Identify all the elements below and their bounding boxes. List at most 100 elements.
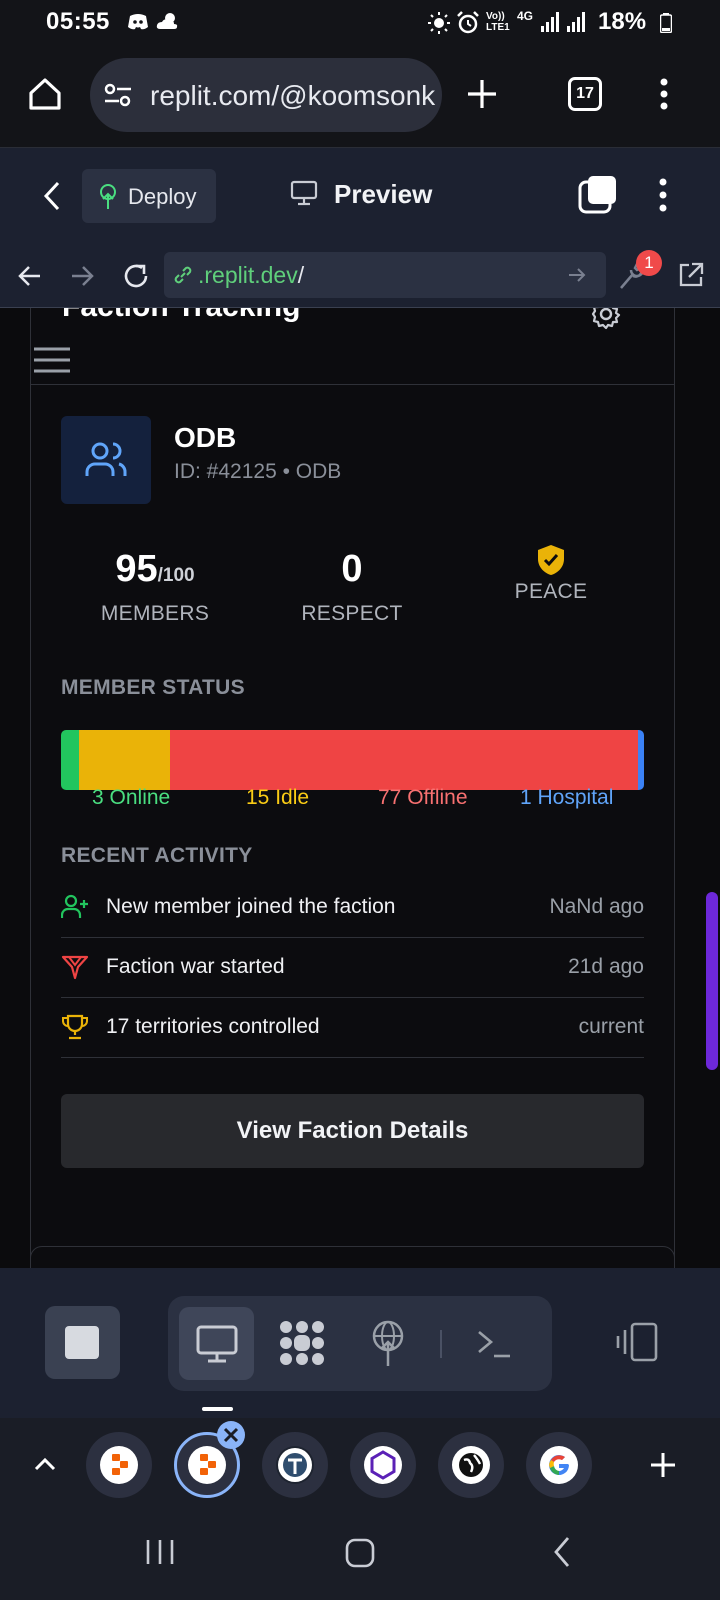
- home-icon[interactable]: [27, 76, 63, 112]
- card-title: Faction Tracking: [62, 308, 300, 324]
- deploy-icon: [96, 183, 120, 209]
- activity-text: New member joined the faction: [106, 895, 396, 918]
- link-icon: [172, 264, 194, 286]
- page-viewport: Faction Tracking ODB ID: #42125 • ODB 95…: [0, 308, 720, 1268]
- tab-site-3[interactable]: [262, 1432, 328, 1498]
- back-chevron-icon[interactable]: [42, 180, 62, 212]
- close-tab-icon[interactable]: [216, 1420, 246, 1450]
- device-toggle-icon[interactable]: [614, 1322, 660, 1362]
- status-segment-4: [637, 730, 644, 790]
- tab-switcher-button[interactable]: 17: [568, 77, 602, 111]
- deploy-button[interactable]: Deploy: [82, 169, 216, 223]
- tool-separator: [440, 1330, 442, 1358]
- discord-icon: [127, 13, 149, 31]
- preview-tab-label[interactable]: Preview: [334, 179, 432, 210]
- agent-tool-icon[interactable]: [278, 1319, 326, 1367]
- member-status-bar: [61, 730, 644, 790]
- activity-text: Faction war started: [106, 955, 285, 978]
- view-faction-details-button[interactable]: View Faction Details: [61, 1094, 644, 1168]
- legend-online: 3 Online: [92, 786, 171, 809]
- go-arrow-icon[interactable]: [568, 266, 586, 284]
- new-tab-icon[interactable]: [466, 78, 498, 110]
- tab-replit-1[interactable]: [86, 1432, 152, 1498]
- swords-icon: [61, 954, 89, 980]
- tab-site-4[interactable]: [350, 1432, 416, 1498]
- peace-label: PEACE: [514, 580, 588, 603]
- site-settings-icon[interactable]: [104, 82, 132, 108]
- faction-name: ODB: [174, 422, 237, 453]
- faction-avatar: [61, 416, 151, 504]
- battery-icon: [660, 13, 672, 33]
- legend-hospital: 1 Hospital: [520, 786, 614, 809]
- users-icon: [85, 440, 127, 480]
- preview-tool-button[interactable]: [179, 1307, 254, 1380]
- members-label: MEMBERS: [100, 602, 210, 625]
- webview-url-field[interactable]: .replit.dev/: [164, 252, 606, 298]
- webview-forward-icon[interactable]: [70, 264, 94, 288]
- header-divider: [30, 384, 675, 385]
- user-plus-icon: [61, 894, 89, 920]
- url-text: replit.com/@koomsonk: [150, 80, 436, 111]
- deploy-label: Deploy: [128, 184, 197, 209]
- duplicate-window-icon[interactable]: [578, 174, 618, 214]
- legend-offline: 77 Offline: [378, 786, 468, 809]
- tool-group: [168, 1296, 552, 1391]
- tab-site-5[interactable]: [438, 1432, 504, 1498]
- recent-activity-heading: RECENT ACTIVITY: [61, 844, 253, 867]
- trophy-icon: [61, 1014, 89, 1040]
- activity-text: 17 territories controlled: [106, 1015, 320, 1038]
- active-tab-indicator: [202, 1407, 233, 1411]
- status-segment-1: [61, 730, 80, 790]
- monitor-icon: [196, 1325, 238, 1363]
- recents-icon[interactable]: [145, 1538, 175, 1566]
- brightness-icon: [428, 12, 450, 34]
- stop-button[interactable]: [45, 1306, 120, 1379]
- faction-id: ID: #42125 • ODB: [174, 460, 342, 483]
- open-external-icon[interactable]: [678, 262, 704, 288]
- shield-check-icon: [536, 544, 566, 576]
- members-count: 95/100: [115, 548, 195, 590]
- respect-count: 0: [341, 548, 363, 590]
- webview-toolbar: .replit.dev/ 1: [0, 244, 720, 308]
- hamburger-menu-icon[interactable]: [32, 346, 72, 374]
- activity-row: 17 territories controlled current: [61, 998, 644, 1058]
- replit-header: Deploy Preview: [0, 148, 720, 244]
- stop-square-icon: [65, 1326, 99, 1359]
- shell-tool-icon[interactable]: [476, 1329, 512, 1359]
- add-tab-icon[interactable]: [650, 1452, 676, 1478]
- activity-time: 21d ago: [568, 955, 644, 978]
- status-segment-2: [79, 730, 171, 790]
- deployments-tool-icon[interactable]: [368, 1320, 408, 1366]
- home-nav-icon[interactable]: [345, 1538, 375, 1568]
- weather-icon: [156, 11, 180, 31]
- clock: 05:55: [46, 8, 110, 35]
- volte-indicator: Vo)) LTE1: [486, 11, 510, 33]
- webview-url-text: .replit.dev/: [198, 262, 305, 288]
- status-segment-3: [170, 730, 638, 790]
- signal-2-icon: [566, 12, 586, 32]
- network-type: 4G: [517, 9, 534, 23]
- overflow-menu-icon[interactable]: [660, 78, 668, 110]
- activity-row: New member joined the faction NaNd ago: [61, 878, 644, 938]
- alarm-icon: [456, 11, 480, 35]
- tab-google[interactable]: [526, 1432, 592, 1498]
- scrollbar-thumb[interactable]: [706, 892, 718, 1070]
- expand-chevron-icon[interactable]: [34, 1456, 56, 1472]
- webview-back-icon[interactable]: [18, 264, 42, 288]
- signal-1-icon: [540, 12, 560, 32]
- url-bar[interactable]: replit.com/@koomsonk: [90, 58, 442, 132]
- member-status-heading: MEMBER STATUS: [61, 676, 245, 699]
- activity-time: NaNd ago: [549, 895, 644, 918]
- system-nav-bar: [0, 1514, 720, 1600]
- replit-menu-icon[interactable]: [659, 178, 667, 212]
- battery-percent: 18%: [598, 8, 647, 35]
- activity-row: Faction war started 21d ago: [61, 938, 644, 998]
- system-status-bar: 05:55 Vo)) LTE1 4G 18%: [0, 0, 720, 46]
- replit-tool-dock: [0, 1268, 720, 1418]
- reload-icon[interactable]: [122, 262, 150, 290]
- next-card: [30, 1246, 675, 1268]
- settings-gear-icon[interactable]: [590, 308, 622, 330]
- back-nav-icon[interactable]: [552, 1536, 572, 1568]
- browser-toolbar: replit.com/@koomsonk 17: [0, 46, 720, 148]
- monitor-icon: [290, 180, 318, 206]
